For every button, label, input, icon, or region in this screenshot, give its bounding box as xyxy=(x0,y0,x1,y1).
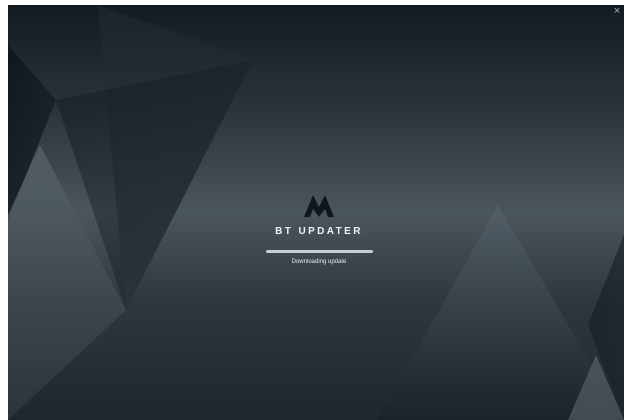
close-button[interactable]: × xyxy=(610,5,624,19)
close-icon: × xyxy=(613,5,621,17)
app-title: BT UPDATER xyxy=(275,226,363,237)
mountain-m-icon xyxy=(304,195,334,217)
progress-bar xyxy=(265,250,373,253)
progress-fill xyxy=(265,250,373,253)
updater-window: × BT UPDATER Downloading update xyxy=(8,5,624,420)
status-text: Downloading update xyxy=(291,259,347,265)
updater-panel: BT UPDATER Downloading update xyxy=(258,195,380,265)
